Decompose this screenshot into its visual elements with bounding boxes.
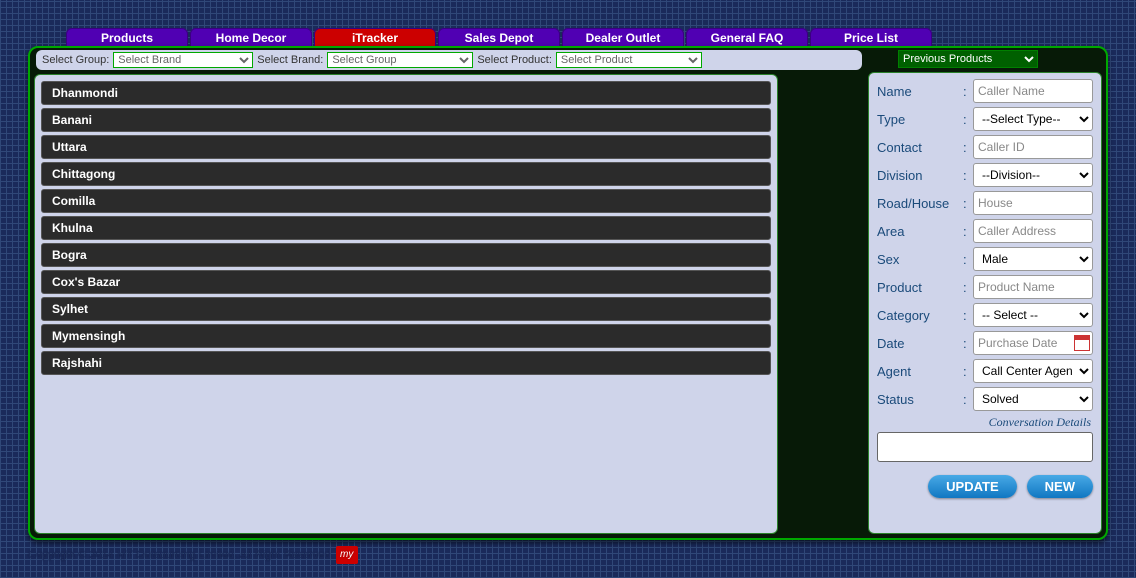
list-item[interactable]: Comilla [41, 189, 771, 213]
update-button[interactable]: UPDATE [928, 475, 1016, 498]
new-button[interactable]: NEW [1027, 475, 1093, 498]
contact-label: Contact [877, 140, 963, 155]
name-input[interactable] [973, 79, 1093, 103]
list-item[interactable]: Rajshahi [41, 351, 771, 375]
list-item[interactable]: Uttara [41, 135, 771, 159]
status-select[interactable]: Solved [973, 387, 1093, 411]
list-item[interactable]: Mymensingh [41, 324, 771, 348]
main-frame: Select Group: Select Brand Select Brand:… [28, 46, 1108, 540]
tab-general-faq[interactable]: General FAQ [686, 28, 808, 48]
sex-select[interactable]: Male [973, 247, 1093, 271]
type-label: Type [877, 112, 963, 127]
status-label: Status [877, 392, 963, 407]
footer-logo-icon: my [336, 546, 358, 564]
date-label: Date [877, 336, 963, 351]
footer-text: Copyright © 2014 MY Outsourcing Limited.… [28, 549, 331, 561]
filter-product-select[interactable]: Select Product [556, 52, 702, 68]
conversation-label: Conversation Details [877, 415, 1091, 430]
name-label: Name [877, 84, 963, 99]
filter-product-label: Select Product: [477, 54, 552, 66]
list-item[interactable]: Banani [41, 108, 771, 132]
list-item[interactable]: Chittagong [41, 162, 771, 186]
road-label: Road/House [877, 196, 963, 211]
filter-group-select[interactable]: Select Brand [113, 52, 253, 68]
agent-label: Agent [877, 364, 963, 379]
tab-itracker[interactable]: iTracker [314, 28, 436, 48]
list-item[interactable]: Cox's Bazar [41, 270, 771, 294]
category-select[interactable]: -- Select -- [973, 303, 1093, 327]
division-label: Division [877, 168, 963, 183]
area-input[interactable] [973, 219, 1093, 243]
filter-bar: Select Group: Select Brand Select Brand:… [36, 50, 862, 70]
product-input[interactable] [973, 275, 1093, 299]
tab-products[interactable]: Products [66, 28, 188, 48]
list-item[interactable]: Dhanmondi [41, 81, 771, 105]
calendar-icon[interactable] [1074, 335, 1090, 351]
category-label: Category [877, 308, 963, 323]
list-item[interactable]: Sylhet [41, 297, 771, 321]
filter-brand-select[interactable]: Select Group [327, 52, 473, 68]
agent-select[interactable]: Call Center Agent [973, 359, 1093, 383]
area-label: Area [877, 224, 963, 239]
list-item[interactable]: Bogra [41, 243, 771, 267]
product-label: Product [877, 280, 963, 295]
nav-tabs: Products Home Decor iTracker Sales Depot… [66, 28, 932, 48]
footer: Copyright © 2014 MY Outsourcing Limited.… [28, 546, 358, 564]
type-select[interactable]: --Select Type-- [973, 107, 1093, 131]
tab-price-list[interactable]: Price List [810, 28, 932, 48]
previous-products: Previous Products [898, 50, 1038, 70]
filter-brand-label: Select Brand: [257, 54, 323, 66]
road-input[interactable] [973, 191, 1093, 215]
contact-input[interactable] [973, 135, 1093, 159]
list-item[interactable]: Khulna [41, 216, 771, 240]
tab-sales-depot[interactable]: Sales Depot [438, 28, 560, 48]
sex-label: Sex [877, 252, 963, 267]
conversation-textarea[interactable] [877, 432, 1093, 462]
previous-products-select[interactable]: Previous Products [898, 50, 1038, 68]
filter-group-label: Select Group: [42, 54, 109, 66]
caller-form: Name : Type : --Select Type-- Contact : … [868, 72, 1102, 534]
tab-dealer-outlet[interactable]: Dealer Outlet [562, 28, 684, 48]
tab-home-decor[interactable]: Home Decor [190, 28, 312, 48]
location-list: Dhanmondi Banani Uttara Chittagong Comil… [34, 74, 778, 534]
division-select[interactable]: --Division-- [973, 163, 1093, 187]
